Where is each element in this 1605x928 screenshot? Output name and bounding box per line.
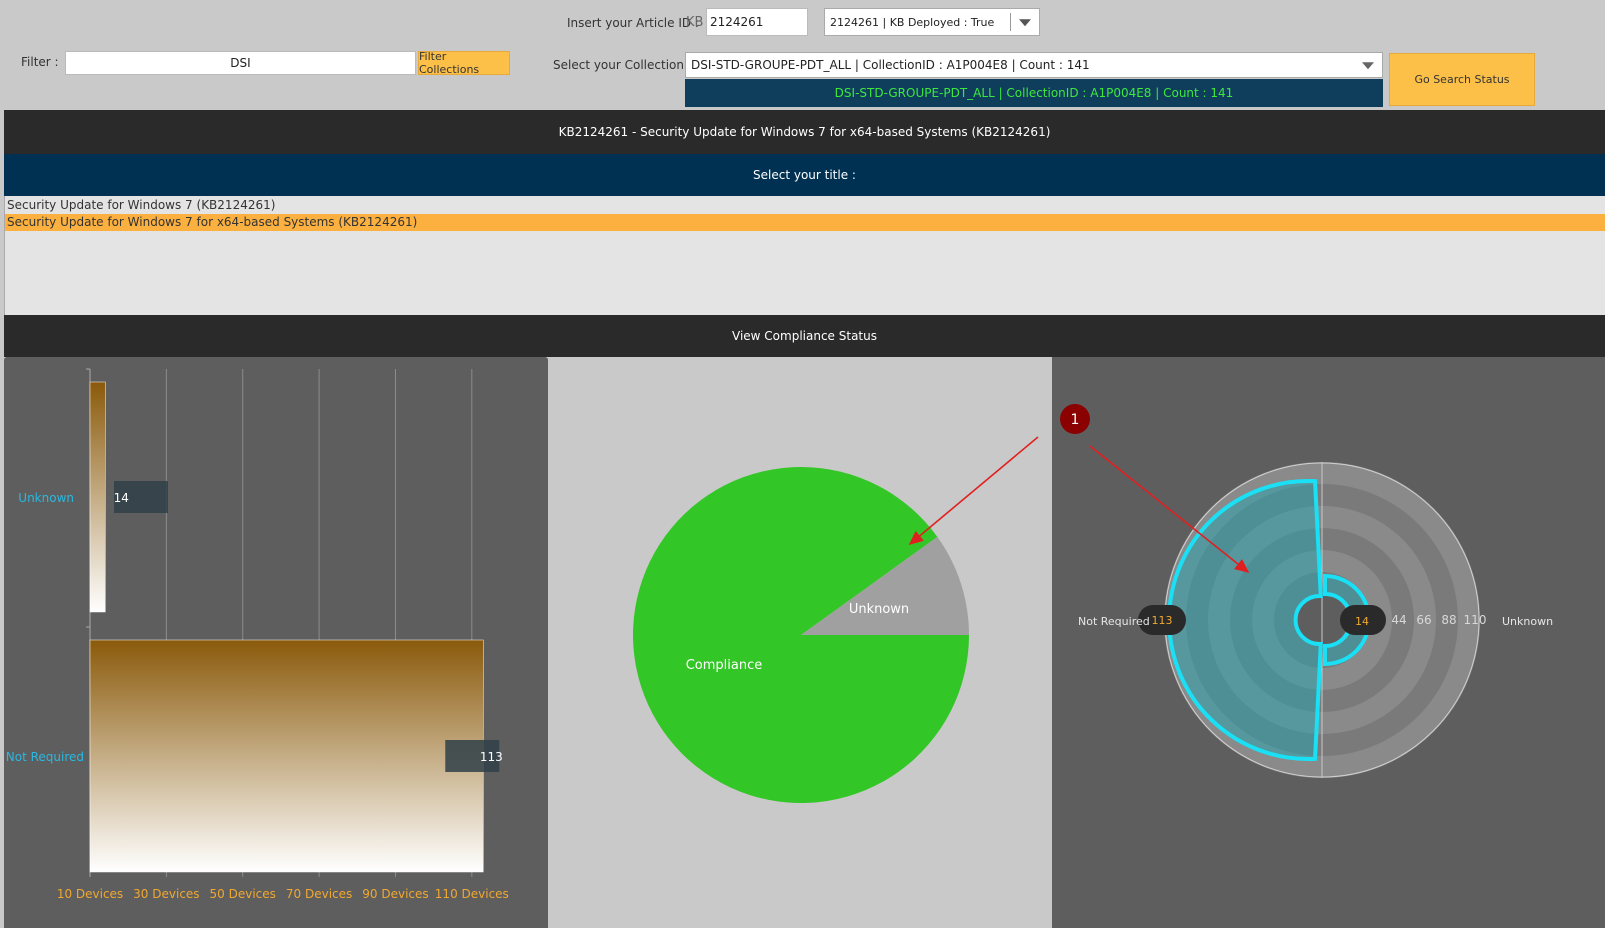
collection-dropdown-value: DSI-STD-GROUPE-PDT_ALL | CollectionID : … bbox=[691, 58, 1090, 72]
kb-prefix: KB bbox=[686, 15, 704, 30]
collection-dropdown[interactable]: DSI-STD-GROUPE-PDT_ALL | CollectionID : … bbox=[685, 52, 1383, 78]
radial-category-unknown: Unknown bbox=[1502, 615, 1553, 628]
collection-dropdown-option[interactable]: DSI-STD-GROUPE-PDT_ALL | CollectionID : … bbox=[685, 79, 1383, 107]
bar-chart: 14 113 10 Devices 30 Devices 50 Devices 70 D… bbox=[6, 368, 509, 901]
view-compliance-bar: View Compliance Status bbox=[4, 315, 1605, 357]
bar-unknown bbox=[89, 381, 106, 613]
radial-data-label-not-required: 113 bbox=[1152, 614, 1173, 627]
radial-data-label-unknown: 14 bbox=[1355, 615, 1369, 628]
filter-input[interactable]: DSI bbox=[65, 51, 416, 75]
bar-x-tick-label: 10 Devices bbox=[57, 887, 123, 901]
kb-dropdown-value: 2124261 | KB Deployed : True bbox=[830, 15, 995, 29]
title-list-item-selected[interactable]: Security Update for Windows 7 for x64-ba… bbox=[5, 214, 1605, 231]
bar-data-label: 14 bbox=[114, 491, 129, 505]
pie-label-unknown: Unknown bbox=[849, 602, 909, 617]
bar-x-tick-label: 110 Devices bbox=[435, 887, 509, 901]
go-search-status-button[interactable]: Go Search Status bbox=[1389, 53, 1535, 106]
kb-dropdown[interactable]: 2124261 | KB Deployed : True bbox=[824, 8, 1040, 36]
kb-title-bar: KB2124261 - Security Update for Windows … bbox=[4, 110, 1605, 154]
bar-chart-panel: 14 113 10 Devices 30 Devices 50 Devices 70 D… bbox=[4, 357, 548, 928]
bar-x-tick-label: 90 Devices bbox=[362, 887, 428, 901]
chevron-down-icon bbox=[1362, 62, 1374, 70]
radial-tick-label: 44 bbox=[1391, 613, 1406, 627]
pie-chart-panel: Compliance Unknown bbox=[548, 357, 1052, 928]
radial-tick-label: 66 bbox=[1416, 613, 1431, 627]
radial-category-not-required: Not Required bbox=[1078, 615, 1150, 628]
filter-collections-button[interactable]: Filter Collections bbox=[418, 50, 510, 76]
pie-chart: Compliance Unknown bbox=[633, 466, 969, 803]
pie-label-compliance: Compliance bbox=[686, 658, 763, 673]
radial-tick-label: 88 bbox=[1441, 613, 1456, 627]
collection-label: Select your Collection : bbox=[553, 58, 692, 72]
chevron-down-icon bbox=[1019, 19, 1031, 27]
select-title-bar: Select your title : bbox=[4, 154, 1605, 196]
bar-x-tick-label: 50 Devices bbox=[210, 887, 276, 901]
bar-x-tick-label: 70 Devices bbox=[286, 887, 352, 901]
radial-chart: 022446688110 11314Not RequiredUnknown bbox=[1078, 462, 1553, 778]
bar-data-label: 113 bbox=[480, 750, 503, 764]
bar-x-tick-label: 30 Devices bbox=[133, 887, 199, 901]
radial-tick-label: 110 bbox=[1464, 613, 1487, 627]
bar-category-label: Not Required bbox=[6, 750, 84, 764]
filter-label: Filter : bbox=[21, 55, 59, 69]
bar-not-required bbox=[89, 639, 484, 873]
article-id-input[interactable]: 2124261 bbox=[706, 8, 808, 36]
title-listbox[interactable]: Security Update for Windows 7 (KB2124261… bbox=[4, 196, 1605, 315]
radial-chart-panel: 022446688110 11314Not RequiredUnknown bbox=[1052, 357, 1605, 928]
article-id-label: Insert your Article ID : bbox=[567, 16, 699, 30]
title-list-item[interactable]: Security Update for Windows 7 (KB2124261… bbox=[5, 197, 1605, 214]
bar-category-label: Unknown bbox=[18, 491, 74, 505]
